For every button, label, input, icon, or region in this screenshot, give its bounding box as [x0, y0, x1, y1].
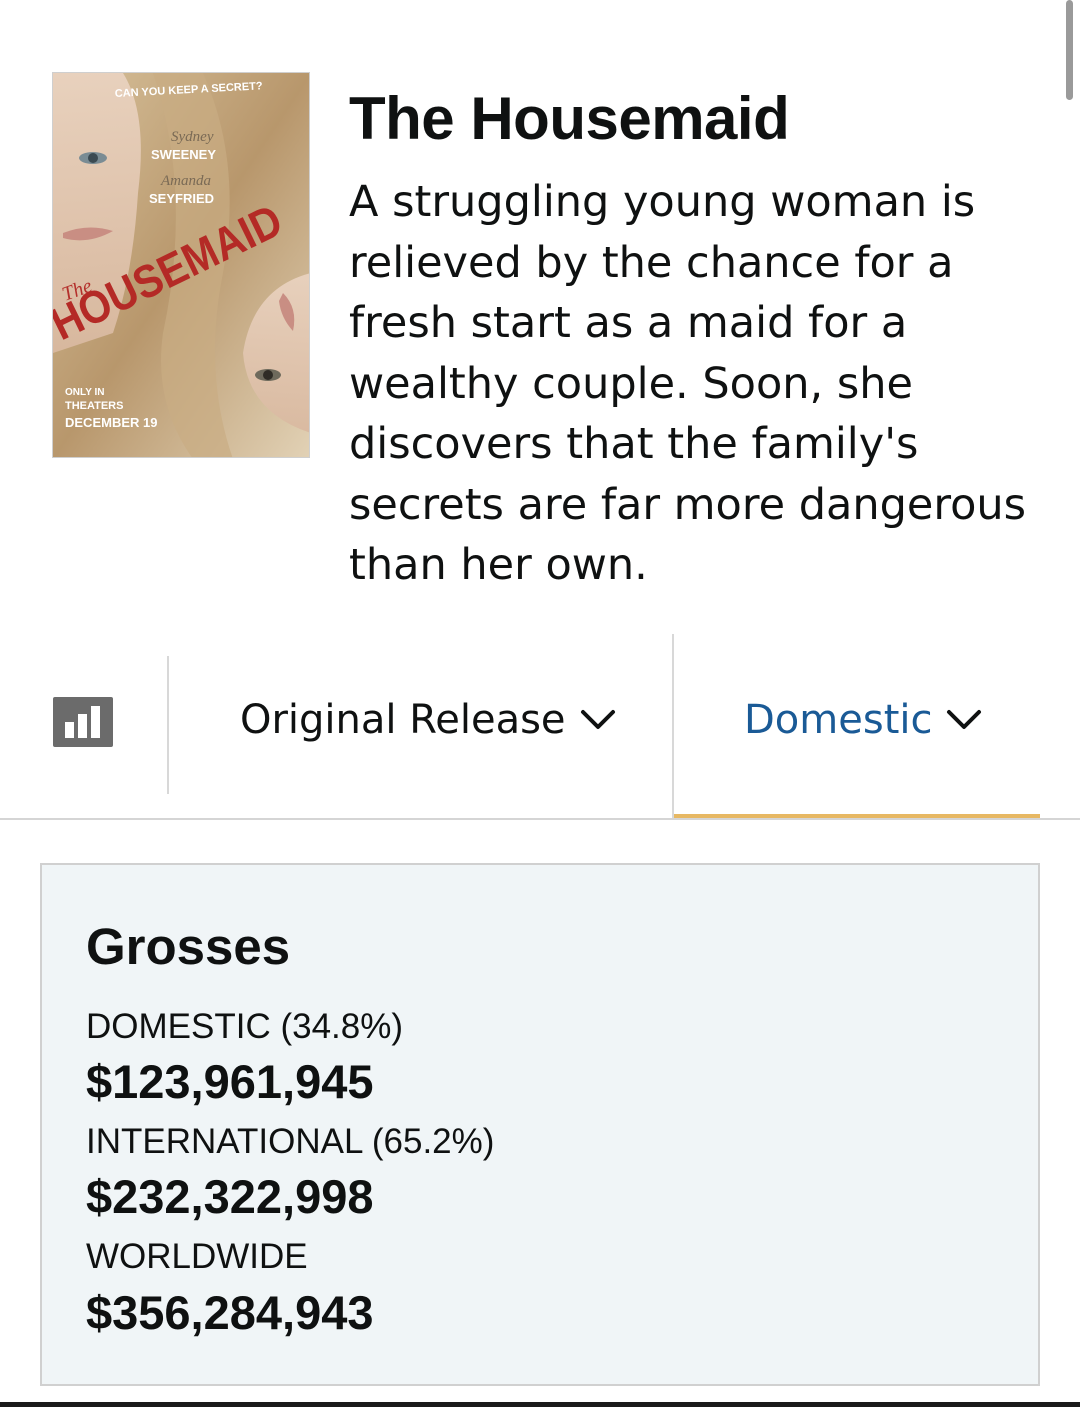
section-divider [0, 818, 1080, 820]
poster-release-line3: DECEMBER 19 [65, 415, 157, 430]
region-dropdown-label: Domestic [744, 697, 933, 743]
movie-poster[interactable]: CAN YOU KEEP A SECRET? Sydney SWEENEY Am… [52, 72, 310, 458]
scrollbar[interactable] [1066, 0, 1073, 100]
filter-bar: Original Release Domestic [0, 630, 1080, 822]
poster-artwork: CAN YOU KEEP A SECRET? Sydney SWEENEY Am… [53, 73, 309, 457]
poster-actor1-last: SWEENEY [151, 147, 216, 162]
bottom-border [0, 1402, 1080, 1407]
divider [672, 634, 674, 818]
worldwide-value[interactable]: $356,284,943 [86, 1285, 374, 1340]
worldwide-label: WORLDWIDE [86, 1237, 308, 1276]
movie-title: The Housemaid [349, 85, 790, 152]
release-dropdown-label: Original Release [240, 697, 566, 743]
movie-page: CAN YOU KEEP A SECRET? Sydney SWEENEY Am… [0, 0, 1080, 1407]
poster-release-line1: ONLY IN [65, 387, 104, 398]
poster-actor2-first: Amanda [160, 173, 211, 189]
domestic-value[interactable]: $123,961,945 [86, 1054, 374, 1109]
poster-actor1-first: Sydney [171, 129, 214, 145]
chevron-down-icon [580, 710, 615, 729]
poster-release-line2: THEATERS [65, 400, 123, 412]
region-dropdown[interactable]: Domestic [744, 690, 982, 750]
bar-chart-icon[interactable] [53, 697, 113, 747]
movie-synopsis: A struggling young woman is relieved by … [349, 177, 1027, 590]
grosses-heading: Grosses [86, 918, 291, 975]
poster-actor2-last: SEYFRIED [149, 191, 214, 206]
grosses-panel: Grosses DOMESTIC (34.8%) $123,961,945 IN… [40, 863, 1040, 1386]
chevron-down-icon [947, 710, 982, 729]
release-dropdown[interactable]: Original Release [240, 690, 616, 750]
domestic-label: DOMESTIC (34.8%) [86, 1007, 403, 1046]
international-value[interactable]: $232,322,998 [86, 1169, 374, 1224]
international-label: INTERNATIONAL (65.2%) [86, 1122, 495, 1161]
divider [167, 656, 169, 794]
